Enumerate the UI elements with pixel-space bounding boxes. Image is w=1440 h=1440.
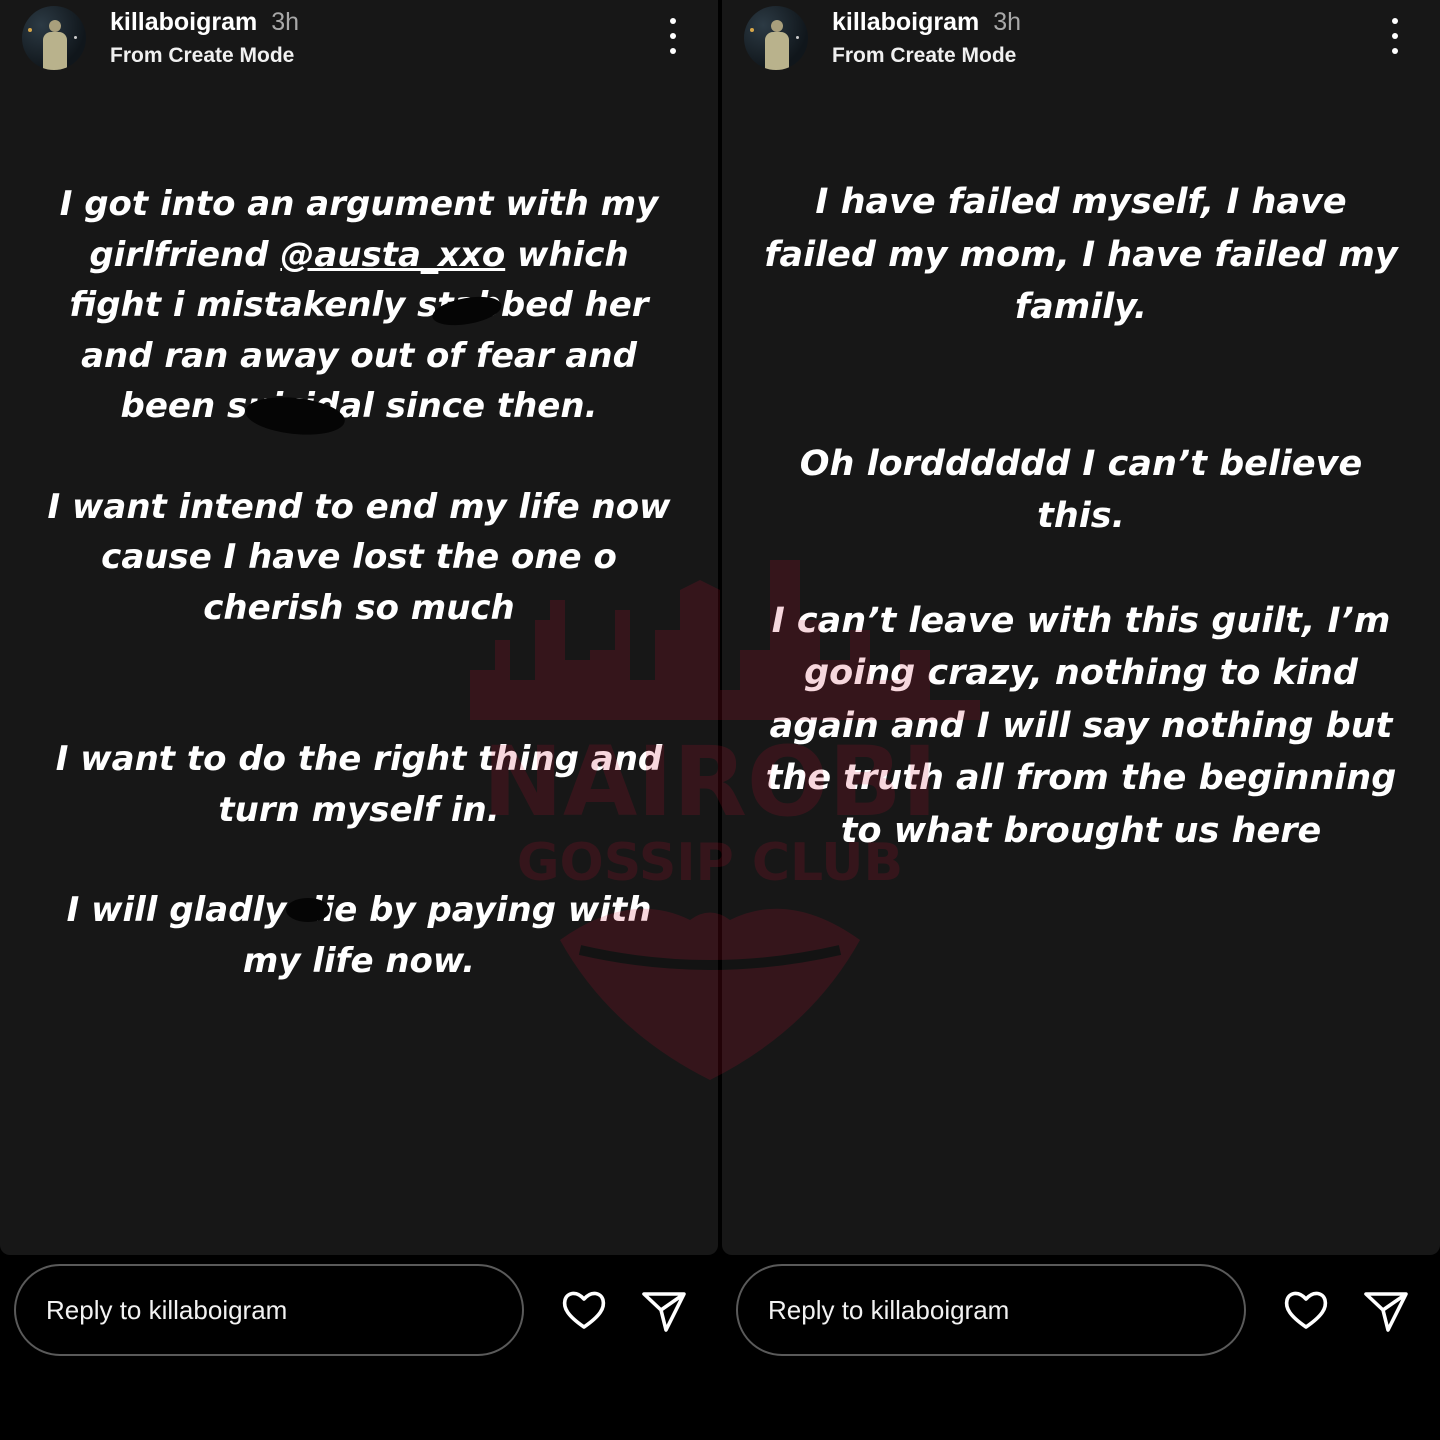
story-paragraph: I got into an argument with my girlfrien… — [40, 179, 678, 432]
more-options-icon[interactable] — [1390, 18, 1400, 54]
story-subtitle: From Create Mode — [832, 44, 1017, 67]
more-options-icon[interactable] — [668, 18, 678, 54]
story-header: killaboigram 3h From Create Mode — [744, 6, 1418, 72]
story-text: I got into an argument with my girlfrien… — [40, 179, 678, 986]
reply-input[interactable] — [736, 1264, 1246, 1356]
heart-icon[interactable] — [1282, 1286, 1330, 1334]
story-card-right: killaboigram 3h From Create Mode I have f… — [722, 0, 1440, 1255]
post-time: 3h — [993, 8, 1022, 36]
story-paragraph: I can’t leave with this guilt, I’m going… — [765, 600, 1397, 851]
story-paragraph: Oh lordddddd I can’t believe this. — [799, 443, 1363, 537]
story-paragraph: I want intend to end my life now cause I… — [47, 486, 671, 628]
reply-input[interactable] — [14, 1264, 524, 1356]
username[interactable]: killaboigram 3h — [832, 8, 1021, 37]
story-card-left: killaboigram 3h From Create Mode I got in… — [0, 0, 718, 1255]
heart-icon[interactable] — [560, 1286, 608, 1334]
post-time: 3h — [271, 8, 300, 36]
story-paragraph: I will gladly die by paying with my life… — [66, 890, 652, 981]
story-header: killaboigram 3h From Create Mode — [22, 6, 696, 72]
redaction-mark — [286, 898, 330, 922]
story-text: I have failed myself, I have failed my m… — [762, 176, 1400, 857]
username-text[interactable]: killaboigram — [110, 8, 257, 36]
avatar[interactable] — [22, 6, 86, 70]
username-text[interactable]: killaboigram — [832, 8, 979, 36]
reply-bar-right — [722, 1262, 1440, 1362]
story-paragraph: I want to do the right thing and turn my… — [55, 739, 663, 830]
username[interactable]: killaboigram 3h — [110, 8, 299, 37]
reply-bar-left — [0, 1262, 718, 1362]
mention-link[interactable]: @austa_xxo — [280, 235, 505, 275]
story-paragraph: I have failed myself, I have failed my m… — [764, 182, 1398, 327]
send-icon[interactable] — [640, 1286, 688, 1334]
avatar[interactable] — [744, 6, 808, 70]
story-subtitle: From Create Mode — [110, 44, 295, 67]
send-icon[interactable] — [1362, 1286, 1410, 1334]
